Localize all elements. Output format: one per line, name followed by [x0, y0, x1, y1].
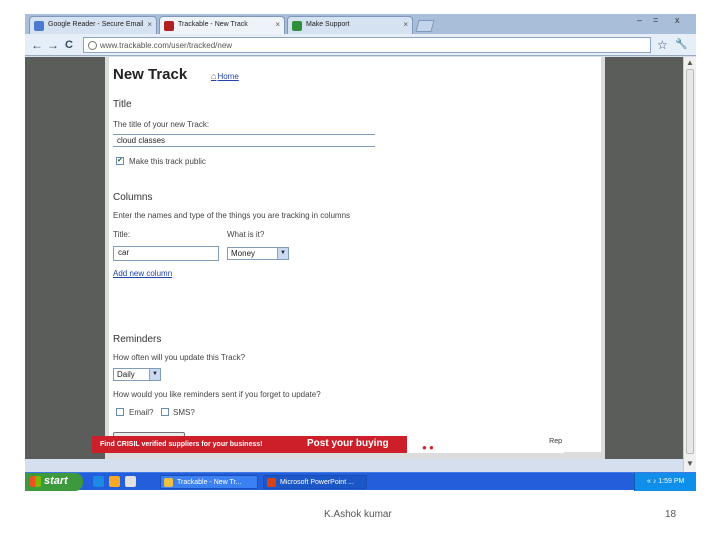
taskbar-item-browser[interactable]: Trackable - New Tr...: [160, 475, 258, 489]
tab-close-icon[interactable]: ×: [403, 20, 408, 29]
vertical-scrollbar[interactable]: ▲ ▼: [683, 57, 696, 472]
scrollbar-thumb[interactable]: [686, 69, 694, 454]
taskbar-item-powerpoint[interactable]: Microsoft PowerPoint ...: [263, 475, 367, 489]
desktop-quicklaunch-icon[interactable]: [125, 476, 136, 487]
add-column-link[interactable]: Add new column: [113, 269, 172, 278]
sms-checkbox-label: SMS?: [173, 408, 195, 417]
ad-banner[interactable]: Find CRISIL verified suppliers for your …: [92, 436, 564, 453]
column-type-value: Money: [231, 249, 256, 258]
tab-trackable[interactable]: Trackable - New Track ×: [159, 16, 285, 34]
taskbar-item-label: Trackable - New Tr...: [177, 479, 242, 486]
reminder-method-prompt: How would you like reminders sent if you…: [113, 390, 321, 399]
page-frame: New Track ⌂Home Title The title of your …: [105, 57, 605, 459]
ad-right-text: Post your buying: [295, 436, 407, 453]
tab-make-support[interactable]: Make Support ×: [287, 16, 413, 34]
chevron-down-icon: ▼: [149, 369, 160, 380]
scroll-up-icon[interactable]: ▲: [686, 58, 694, 67]
new-tab-button[interactable]: [415, 20, 435, 32]
reminders-section-heading: Reminders: [113, 334, 162, 345]
taskbar: start Trackable - New Tr... Microsoft Po…: [25, 472, 696, 491]
home-icon: ⌂: [211, 71, 217, 81]
wrench-icon[interactable]: 🔧: [675, 37, 687, 53]
start-label: start: [44, 475, 68, 487]
tray-clock: « ♪ 1:59 PM: [647, 478, 685, 485]
column-type-label: What is it?: [227, 230, 265, 239]
tab-bar: Google Reader - Secure Email × Trackable…: [25, 14, 696, 34]
home-link[interactable]: ⌂Home: [211, 71, 239, 81]
slide-author: K.Ashok kumar: [324, 509, 392, 520]
forward-icon[interactable]: →: [47, 37, 59, 53]
track-title-input[interactable]: cloud classes: [113, 134, 375, 147]
page-content: New Track ⌂Home Title The title of your …: [109, 57, 601, 452]
tab-label: Make Support: [306, 21, 350, 28]
slide-page-number: 18: [665, 509, 677, 520]
ad-corner-label: Rep: [549, 438, 562, 445]
browser-app-icon: [164, 478, 173, 487]
maximize-icon[interactable]: =: [653, 15, 658, 25]
tab-close-icon[interactable]: ×: [275, 20, 280, 29]
tab-label: Google Reader - Secure Email: [48, 21, 144, 28]
ie-quicklaunch-icon[interactable]: [93, 476, 104, 487]
frequency-prompt: How often will you update this Track?: [113, 353, 246, 362]
chrome-quicklaunch-icon[interactable]: [109, 476, 120, 487]
close-window-icon[interactable]: x: [675, 15, 680, 25]
frequency-select[interactable]: Daily ▼: [113, 368, 161, 381]
windows-flag-icon: [30, 476, 41, 487]
minimize-icon[interactable]: –: [637, 15, 642, 25]
system-tray: « ♪ 1:59 PM: [634, 473, 696, 491]
browser-window: Google Reader - Secure Email × Trackable…: [25, 14, 696, 472]
page-viewport: New Track ⌂Home Title The title of your …: [25, 57, 683, 459]
powerpoint-app-icon: [267, 478, 276, 487]
ad-dots-icon: ● ●: [422, 443, 434, 452]
title-prompt: The title of your new Track:: [113, 120, 210, 129]
tab-label: Trackable - New Track: [178, 21, 248, 28]
column-title-label: Title:: [113, 230, 131, 239]
columns-prompt: Enter the names and type of the things y…: [113, 211, 351, 220]
public-checkbox[interactable]: ✔: [116, 157, 124, 165]
start-button[interactable]: start: [25, 473, 83, 491]
title-section-heading: Title: [113, 99, 132, 110]
sms-checkbox[interactable]: [161, 408, 169, 416]
scroll-down-icon[interactable]: ▼: [686, 459, 694, 468]
favicon-icon: [164, 21, 174, 31]
chevron-down-icon: ▼: [277, 248, 288, 259]
back-icon[interactable]: ←: [31, 37, 43, 53]
url-text: www.trackable.com/user/tracked/new: [100, 41, 233, 50]
home-link-label: Home: [217, 72, 239, 81]
column-title-input[interactable]: car: [113, 246, 219, 261]
email-checkbox[interactable]: [116, 408, 124, 416]
favicon-icon: [292, 21, 302, 31]
tab-close-icon[interactable]: ×: [147, 20, 152, 29]
bookmark-star-icon[interactable]: ☆: [657, 37, 668, 53]
ad-left-text: Find CRISIL verified suppliers for your …: [92, 436, 295, 453]
favicon-icon: [34, 21, 44, 31]
browser-toolbar: ← → C www.trackable.com/user/tracked/new…: [25, 34, 696, 56]
email-checkbox-label: Email?: [129, 408, 154, 417]
reload-icon[interactable]: C: [65, 37, 73, 53]
columns-section-heading: Columns: [113, 192, 153, 203]
column-type-select[interactable]: Money ▼: [227, 247, 289, 260]
page-icon: [88, 41, 97, 50]
page-title: New Track: [113, 66, 188, 83]
frequency-value: Daily: [117, 370, 135, 379]
public-checkbox-label: Make this track public: [129, 157, 206, 166]
tab-google-reader[interactable]: Google Reader - Secure Email ×: [29, 16, 157, 34]
address-bar[interactable]: www.trackable.com/user/tracked/new: [83, 37, 651, 53]
taskbar-item-label: Microsoft PowerPoint ...: [280, 479, 354, 486]
